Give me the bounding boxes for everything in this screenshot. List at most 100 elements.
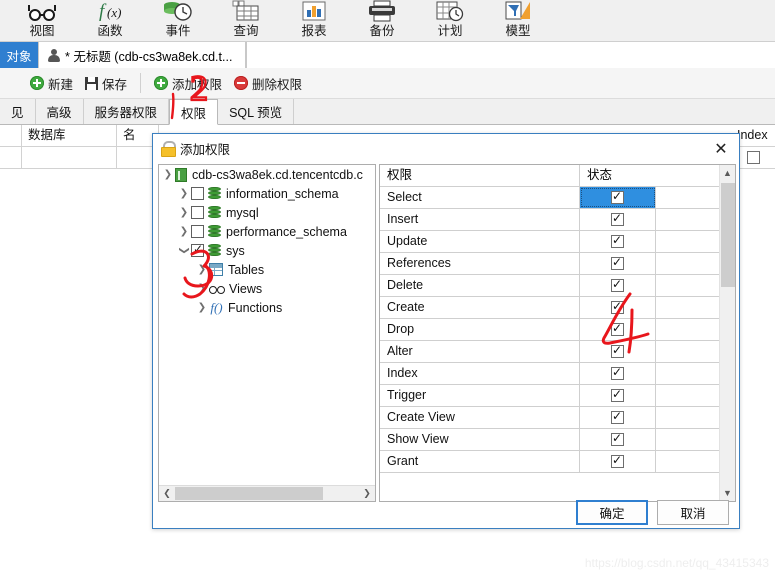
table-row[interactable]: Drop [380,319,721,341]
permissions-header-state[interactable]: 状态 [580,165,721,186]
toolbar-separator [140,73,142,93]
ribbon-item-model[interactable]: 模型 [484,0,552,42]
permission-checkbox[interactable] [611,408,624,424]
table-row[interactable]: Index [380,363,721,385]
scroll-left-icon[interactable]: ❮ [159,486,175,501]
ribbon-item-event[interactable]: 事件 [144,0,212,42]
tree-node-mysql[interactable]: ❯ mysql [159,203,375,222]
permission-checkbox[interactable] [611,276,624,292]
permission-checkbox[interactable] [611,430,624,446]
permission-checkbox[interactable] [611,298,624,314]
subtab-general[interactable]: 见 [0,99,36,124]
backup-printer-icon [348,0,416,22]
tree-horizontal-scrollbar[interactable]: ❮ ❯ [159,485,375,501]
subtab-server-privileges[interactable]: 服务器权限 [83,99,170,124]
permission-checkbox[interactable] [611,320,624,336]
permissions-header-name[interactable]: 权限 [380,165,580,186]
chevron-right-icon[interactable]: ❯ [195,260,209,279]
tree-node-performance-schema[interactable]: ❯ performance_schema [159,222,375,241]
permission-checkbox[interactable] [611,342,624,358]
subtab-advanced[interactable]: 高级 [35,99,84,124]
chevron-right-icon[interactable]: ❯ [195,298,209,317]
table-row[interactable]: Create [380,297,721,319]
permission-checkbox[interactable] [611,254,624,270]
tree-node-checkbox[interactable] [191,206,204,219]
permission-state-cell[interactable] [580,385,656,406]
permission-checkbox[interactable] [611,452,624,468]
chevron-right-icon[interactable]: ❯ [195,279,209,298]
tree-node-information-schema[interactable]: ❯ information_schema [159,184,375,203]
grid-cell-index-checkbox[interactable] [747,151,760,164]
ribbon-label: 模型 [505,24,531,38]
table-row[interactable]: Grant [380,451,721,473]
server-icon [175,167,187,182]
permission-state-cell[interactable] [580,187,656,208]
permission-name: Grant [380,451,580,472]
tree-node-functions[interactable]: ❯ f() Functions [159,298,375,317]
table-row[interactable]: Show View [380,429,721,451]
chevron-right-icon[interactable]: ❯ [177,203,191,222]
new-button[interactable]: 新建 [24,72,79,95]
ribbon-item-query[interactable]: 查询 [212,0,280,42]
scroll-up-icon[interactable]: ▲ [720,165,735,181]
tab-document[interactable]: * 无标题 (cdb-cs3wa8ek.cd.t... [38,42,246,68]
permission-state-cell[interactable] [580,363,656,384]
ribbon-item-view[interactable]: 视图 [8,0,76,42]
permission-state-cell[interactable] [580,407,656,428]
tree-node-views[interactable]: ❯ Views [159,279,375,298]
tree-node-sys[interactable]: ❯ sys [159,241,375,260]
permission-state-cell[interactable] [580,253,656,274]
tree-node-checkbox[interactable] [191,187,204,200]
ribbon-item-report[interactable]: 报表 [280,0,348,42]
permission-state-cell[interactable] [580,231,656,252]
subtab-privileges[interactable]: 权限 [169,99,219,125]
chevron-right-icon[interactable]: ❯ [177,184,191,203]
ribbon-item-schedule[interactable]: 计划 [416,0,484,42]
scroll-down-icon[interactable]: ▼ [720,485,735,501]
tree-node-server[interactable]: ❯ cdb-cs3wa8ek.cd.tencentcdb.c [159,165,375,184]
tree-node-checkbox[interactable] [191,225,204,238]
permission-state-cell[interactable] [580,451,656,472]
permission-state-cell[interactable] [580,275,656,296]
ok-button[interactable]: 确定 [576,500,648,525]
table-row[interactable]: Select [380,187,721,209]
tab-objects[interactable]: 对象 [0,42,38,68]
table-row[interactable]: Create View [380,407,721,429]
delete-privilege-button[interactable]: 删除权限 [228,72,308,95]
permission-checkbox[interactable] [611,188,624,204]
permission-checkbox[interactable] [611,386,624,402]
grid-cell-database[interactable] [22,147,117,168]
scroll-thumb-horizontal[interactable] [175,487,323,500]
chevron-right-icon[interactable]: ❯ [177,222,191,241]
add-privilege-button[interactable]: 添加权限 [148,72,228,95]
ribbon-item-function[interactable]: f (x) 函数 [76,0,144,42]
grid-row-selector[interactable] [0,147,22,168]
subtab-sql-preview[interactable]: SQL 预览 [218,99,295,124]
tree-node-checkbox[interactable] [191,241,204,257]
save-button[interactable]: 保存 [79,72,133,95]
permission-state-cell[interactable] [580,209,656,230]
table-row[interactable]: References [380,253,721,275]
grid-header-database[interactable]: 数据库 [22,125,117,146]
table-row[interactable]: Delete [380,275,721,297]
scroll-right-icon[interactable]: ❯ [359,486,375,501]
cancel-button[interactable]: 取消 [657,500,729,525]
scroll-thumb-vertical[interactable] [721,183,735,287]
permission-checkbox[interactable] [611,364,624,380]
permissions-table-panel: 权限 状态 Select Insert Update [379,164,736,502]
close-icon[interactable]: ✕ [707,137,735,159]
ribbon-item-backup[interactable]: 备份 [348,0,416,42]
permission-state-cell[interactable] [580,319,656,340]
permission-state-cell[interactable] [580,341,656,362]
permission-checkbox[interactable] [611,210,624,226]
table-row[interactable]: Alter [380,341,721,363]
tree-node-tables[interactable]: ❯ Tables [159,260,375,279]
table-row[interactable]: Update [380,231,721,253]
permissions-vertical-scrollbar[interactable]: ▲ ▼ [719,165,735,501]
chevron-down-icon[interactable]: ❯ [161,165,175,184]
table-row[interactable]: Trigger [380,385,721,407]
permission-state-cell[interactable] [580,429,656,450]
permission-checkbox[interactable] [611,232,624,248]
table-row[interactable]: Insert [380,209,721,231]
permission-state-cell[interactable] [580,297,656,318]
